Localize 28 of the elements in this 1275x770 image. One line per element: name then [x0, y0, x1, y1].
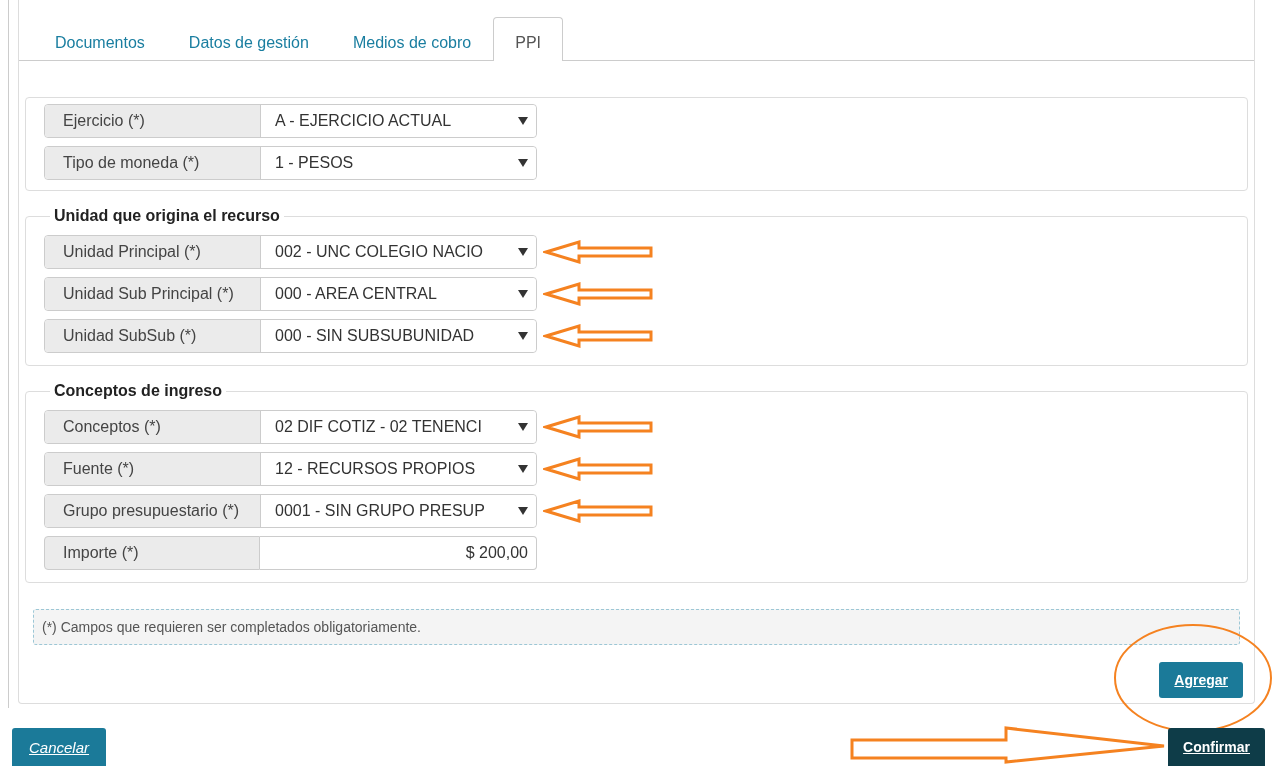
caret-icon [518, 290, 528, 298]
caret-icon [518, 117, 528, 125]
field-label: Grupo presupuestario (*) [45, 495, 261, 527]
amount-field[interactable]: $ 200,00 [260, 536, 537, 570]
field-label: Fuente (*) [45, 453, 261, 485]
caret-icon [518, 465, 528, 473]
tab[interactable]: Medios de cobro [330, 17, 494, 60]
tab[interactable]: Documentos [33, 17, 167, 60]
confirm-button[interactable]: Confirmar [1168, 728, 1265, 766]
field-label: Unidad Sub Principal (*) [45, 278, 261, 310]
tab[interactable]: Datos de gestión [166, 17, 331, 60]
caret-icon [518, 332, 528, 340]
field-label: Unidad SubSub (*) [45, 320, 261, 352]
info-note: (*) Campos que requieren ser completados obligatoriamente. [33, 609, 1240, 645]
cancel-button[interactable]: Cancelar [12, 728, 107, 766]
caret-icon [518, 423, 528, 431]
caret-icon [518, 159, 528, 167]
caret-icon [518, 248, 528, 256]
field-label: Conceptos (*) [45, 411, 261, 443]
section-title: Conceptos de ingreso [53, 382, 224, 400]
field-label: Unidad Principal (*) [45, 236, 261, 268]
caret-icon [518, 507, 528, 515]
field-label: Tipo de moneda (*) [45, 147, 261, 179]
field-label: Ejercicio (*) [45, 105, 261, 137]
tab[interactable]: PPI [493, 17, 563, 61]
section-title: Unidad que origina el recurso [53, 207, 281, 225]
add-button[interactable]: Agregar [1159, 662, 1243, 698]
field-label: Importe (*) [44, 536, 260, 570]
